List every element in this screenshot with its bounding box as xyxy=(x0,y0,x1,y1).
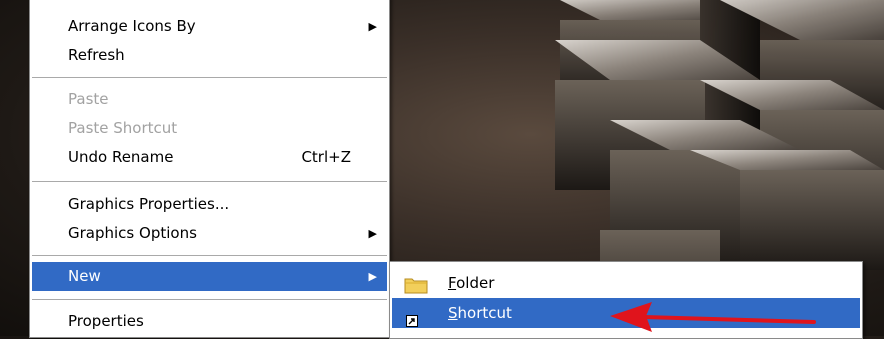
menu-item-graphics-options[interactable]: Graphics Options ▶ xyxy=(32,219,387,248)
menu-item-arrange-icons-by[interactable]: Arrange Icons By ▶ xyxy=(32,12,387,41)
menu-item-label: Arrange Icons By xyxy=(68,17,196,35)
menu-item-label: Graphics Options xyxy=(68,224,197,242)
menu-item-label: Graphics Properties... xyxy=(68,195,230,213)
menu-item-refresh[interactable]: Refresh xyxy=(32,41,387,70)
menu-item-label: Undo Rename xyxy=(68,148,174,166)
submenu-arrow-icon: ▶ xyxy=(368,20,377,33)
menu-separator xyxy=(32,255,387,256)
menu-item-label: Properties xyxy=(68,312,144,330)
menu-item-label: Paste xyxy=(68,90,109,108)
desktop-context-menu: Arrange Icons By ▶ Refresh Paste Paste S… xyxy=(29,0,390,338)
shortcut-icon xyxy=(406,307,418,337)
menu-item-undo-rename[interactable]: Undo Rename Ctrl+Z xyxy=(32,143,387,172)
menu-item-label: Paste Shortcut xyxy=(68,119,178,137)
annotation-arrow-icon xyxy=(610,302,816,332)
menu-item-label: New xyxy=(68,267,101,285)
menu-separator xyxy=(32,299,387,300)
submenu-item-label: Folder xyxy=(448,274,495,292)
menu-item-paste-shortcut: Paste Shortcut xyxy=(32,114,387,143)
menu-separator xyxy=(32,181,387,182)
menu-item-properties[interactable]: Properties xyxy=(32,307,387,336)
menu-item-paste: Paste xyxy=(32,85,387,114)
keyboard-shortcut: Ctrl+Z xyxy=(301,148,351,166)
submenu-item-label: Shortcut xyxy=(448,304,512,322)
menu-item-new[interactable]: New ▶ xyxy=(32,262,387,291)
menu-separator xyxy=(32,77,387,78)
submenu-item-folder[interactable]: Folder xyxy=(392,268,860,298)
submenu-arrow-icon: ▶ xyxy=(368,227,377,240)
submenu-arrow-icon: ▶ xyxy=(368,270,377,283)
menu-item-label: Refresh xyxy=(68,46,125,64)
menu-item-graphics-properties[interactable]: Graphics Properties... xyxy=(32,190,387,219)
